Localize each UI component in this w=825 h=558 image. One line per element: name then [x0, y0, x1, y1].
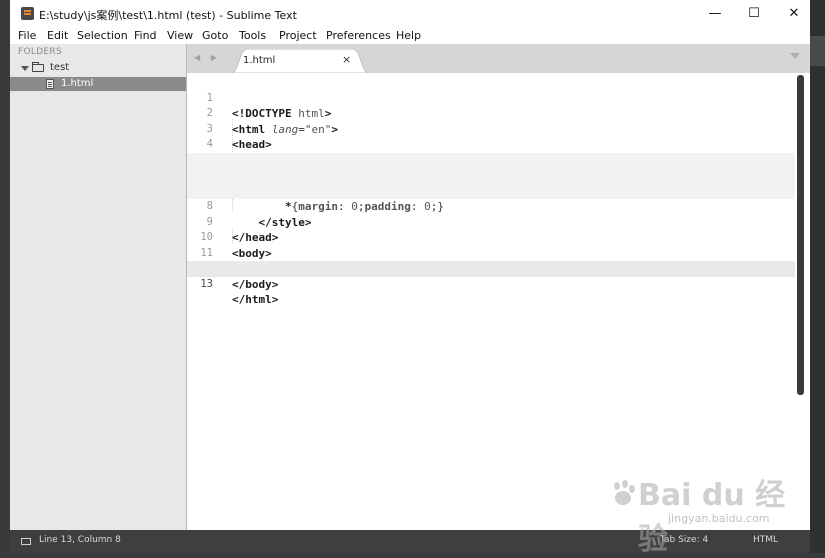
expand-triangle-icon[interactable] [21, 66, 29, 71]
maximize-button[interactable]: ☐ [734, 0, 774, 27]
menu-find[interactable]: Find [134, 27, 157, 44]
baidu-paw-icon [614, 480, 635, 505]
baidu-watermark: Bai du 经验 jingyan.baidu.com [610, 462, 790, 557]
tab-bar: ◀ ▶ 1.html × [187, 44, 810, 73]
code-line: 5 <title>Document</title> [187, 137, 795, 183]
code-line: 8 </style> [187, 183, 795, 229]
menu-file[interactable]: File [18, 27, 36, 44]
sidebar: FOLDERS test 1.html [10, 44, 187, 530]
code-line-active: 13 </html> [187, 261, 795, 306]
code-line: 6 <style type="text/css"> [187, 152, 795, 198]
menu-project[interactable]: Project [279, 27, 317, 44]
code-text: </body> [232, 277, 279, 291]
tab-label: 1.html [243, 55, 276, 66]
code-line: 2 <html lang="en"> [187, 91, 795, 136]
menu-preferences[interactable]: Preferences [326, 27, 391, 44]
vertical-scrollbar[interactable] [797, 75, 804, 395]
line-number: 13 [200, 277, 213, 290]
menu-edit[interactable]: Edit [47, 27, 68, 44]
minimize-button[interactable]: — [695, 0, 735, 27]
close-button[interactable]: ✕ [774, 0, 814, 27]
menu-bar: File Edit Selection Find View Goto Tools… [10, 27, 810, 44]
tab-close-icon[interactable]: × [342, 53, 351, 66]
code-line: 9 </head> [187, 199, 795, 245]
code-line: 4 <meta charset="UTF-8"> [187, 122, 795, 167]
file-label: 1.html [61, 78, 94, 89]
menu-view[interactable]: View [167, 27, 193, 44]
tab-1-html[interactable]: 1.html × [231, 49, 369, 73]
code-line: 12 </body> [187, 246, 795, 291]
background-window-edge [810, 0, 825, 553]
folder-label: test [50, 62, 70, 73]
sidebar-file-1-html[interactable]: 1.html [10, 77, 186, 91]
code-line: 7 *{margin: 0;padding: 0;} [187, 168, 795, 213]
watermark-url: jingyan.baidu.com [668, 512, 770, 525]
tab-dropdown-icon[interactable] [790, 53, 800, 59]
sublime-app-icon [21, 7, 34, 20]
menu-help[interactable]: Help [396, 27, 421, 44]
code-line: 1 <!DOCTYPE html> [187, 75, 795, 121]
menu-tools[interactable]: Tools [239, 27, 266, 44]
code-line: 3 <head> [187, 106, 795, 152]
file-icon [46, 79, 54, 89]
menu-goto[interactable]: Goto [202, 27, 228, 44]
title-bar: E:\study\js案例\test\1.html (test) - Subli… [10, 0, 810, 27]
code-line: 10 <body> [187, 215, 795, 260]
code-text: </html> [232, 293, 279, 306]
folder-open-icon [32, 62, 44, 72]
window-title: E:\study\js案例\test\1.html (test) - Subli… [39, 9, 297, 22]
sublime-window: E:\study\js案例\test\1.html (test) - Subli… [10, 0, 810, 557]
folders-header: FOLDERS [18, 47, 62, 57]
cursor-position: Line 13, Column 8 [39, 535, 121, 545]
tab-nav-arrows-icon[interactable]: ◀ ▶ [194, 53, 221, 62]
code-line: 11 <p style="font-size: 45px;">嗨</p> [187, 230, 795, 276]
panel-toggle-icon[interactable] [21, 538, 31, 545]
menu-selection[interactable]: Selection [77, 27, 128, 44]
sidebar-folder-test[interactable]: test [10, 61, 186, 75]
